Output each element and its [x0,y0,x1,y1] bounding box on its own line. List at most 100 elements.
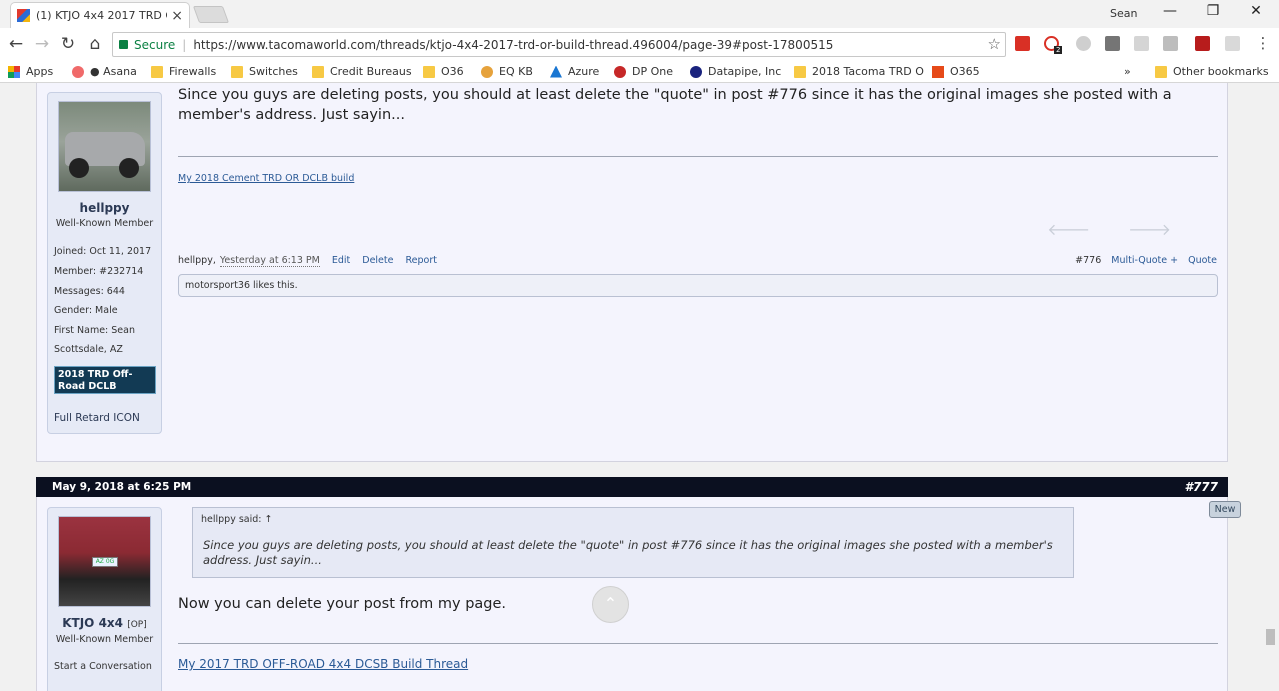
address-bar[interactable]: Secure | https://www.tacomaworld.com/thr… [112,32,1006,57]
quote-text: Since you guys are deleting posts, you s… [203,538,1053,567]
azure-icon [550,65,562,78]
bookmark-apps[interactable]: Apps [8,65,53,78]
page-scrollbar[interactable] [1262,83,1279,691]
avatar[interactable]: AZ 0G [58,516,151,607]
forward-icon[interactable]: → [31,34,53,54]
avatar[interactable] [58,101,151,192]
quote-header[interactable]: hellppy said: ↑ [201,514,272,525]
bookmark-dp-one[interactable]: DP One [614,65,673,78]
site-favicon-icon [17,9,30,22]
url-text: https://www.tacomaworld.com/threads/ktjo… [193,37,834,52]
new-label-button[interactable]: New [1209,501,1241,518]
quote-block: hellppy said: ↑ Since you guys are delet… [192,507,1074,578]
browser-toolbar: ← → ↻ ⌂ Secure | https://www.tacomaworld… [0,28,1279,61]
page-content: hellppy Well-Known Member Joined: Oct 11… [0,83,1279,691]
profile-name[interactable]: Sean [1110,7,1137,20]
signature-divider [178,156,1218,157]
post-meta: hellppy, Yesterday at 6:13 PM Edit Delet… [178,255,437,267]
location-info: Scottsdale, AZ [54,344,123,355]
prev-arrow-icon[interactable]: 🡐 [1047,220,1128,239]
home-icon[interactable]: ⌂ [84,34,106,54]
extension-pdf-icon[interactable] [1195,36,1210,51]
folder-icon [231,65,243,78]
post-776: hellppy Well-Known Member Joined: Oct 11… [36,83,1228,462]
bookmark-switches[interactable]: Switches [231,65,298,78]
post-number[interactable]: #777 [1185,480,1218,494]
multi-quote-link[interactable]: Multi-Quote + [1111,255,1178,266]
back-icon[interactable]: ← [5,34,27,54]
bookmarks-overflow[interactable]: » [1124,65,1131,78]
reload-icon[interactable]: ↻ [57,34,79,54]
scrollbar-thumb[interactable] [1266,629,1275,645]
bookmark-tacoma[interactable]: 2018 Tacoma TRD O [794,65,924,78]
bookmark-o365[interactable]: O365 [932,65,980,78]
minimize-icon[interactable]: — [1160,3,1180,19]
bookmark-azure[interactable]: Azure [550,65,599,78]
apps-grid-icon [8,65,20,78]
extension-light-icon[interactable] [1225,36,1240,51]
start-conversation-link[interactable]: Start a Conversation [54,661,152,672]
menu-icon[interactable]: ⋮ [1252,34,1274,52]
post-text: Since you guys are deleting posts, you s… [178,87,1172,123]
tab-close-icon[interactable]: × [171,8,183,24]
user-info-block: AZ 0G KTJO 4x4 [OP] Well-Known Member St… [47,507,162,691]
folder-icon [312,65,324,78]
edit-link[interactable]: Edit [332,255,350,267]
post-time[interactable]: Yesterday at 6:13 PM [219,255,320,267]
bookmark-eq-kb[interactable]: EQ KB [481,65,533,78]
browser-tab[interactable]: (1) KTJO 4x4 2017 TRD O × [10,2,190,28]
gender-info: Gender: Male [54,305,118,316]
bookmark-datapipe[interactable]: Datapipe, Inc [690,65,781,78]
member-info: Member: #232714 [54,266,144,277]
folder-icon [151,65,163,78]
new-tab-button[interactable] [192,6,230,23]
bookmark-asana[interactable]: ● Asana [72,65,137,78]
license-plate: AZ 0G [92,557,118,567]
extension-gray-icon[interactable] [1163,36,1178,51]
bookmark-other[interactable]: Other bookmarks [1155,65,1269,78]
extension-red-icon[interactable] [1015,36,1030,51]
delete-link[interactable]: Delete [362,255,393,267]
signature-link[interactable]: My 2018 Cement TRD OR DCLB build [178,173,354,184]
tab-title: (1) KTJO 4x4 2017 TRD O [36,9,168,22]
eq-icon [481,65,493,78]
signature-divider [178,643,1218,644]
extension-pocket-icon[interactable] [1105,36,1120,51]
tab-strip: (1) KTJO 4x4 2017 TRD O × Sean — ❐ ✕ [0,0,1279,28]
bookmark-star-icon[interactable]: ☆ [988,35,1001,53]
scroll-to-top-button[interactable]: ⌃ [592,586,629,623]
bookmark-credit-bureaus[interactable]: Credit Bureaus [312,65,412,78]
joined-info: Joined: Oct 11, 2017 [54,246,152,257]
user-title: Well-Known Member [55,218,154,229]
secure-label: Secure [134,37,176,52]
post-number[interactable]: #776 [1075,255,1101,266]
first-name-info: First Name: Sean [54,325,135,336]
messages-info: Messages: 644 [54,286,125,297]
address-separator: | [182,37,187,52]
quote-link[interactable]: Quote [1188,255,1217,266]
username[interactable]: hellppy [48,201,161,215]
post-777: AZ 0G KTJO 4x4 [OP] Well-Known Member St… [36,497,1228,691]
bookmark-o36[interactable]: O36 [423,65,464,78]
bookmark-firewalls[interactable]: Firewalls [151,65,216,78]
extension-g-icon[interactable] [1134,36,1149,51]
dp-one-icon [614,65,626,78]
extension-m-icon[interactable] [1076,36,1091,51]
restore-icon[interactable]: ❐ [1203,3,1223,19]
signature-link[interactable]: My 2017 TRD OFF-ROAD 4x4 DCSB Build Thre… [178,657,468,671]
post-text: Now you can delete your post from my pag… [178,596,507,612]
nav-arrows[interactable]: 🡐🡒 [1047,219,1209,239]
report-link[interactable]: Report [405,255,437,267]
username[interactable]: KTJO 4x4 [OP] [48,616,161,630]
folder-icon [423,65,435,78]
close-window-icon[interactable]: ✕ [1246,3,1266,19]
user-badge: 2018 TRD Off-Road DCLB [54,366,156,394]
lock-icon [119,40,128,49]
next-arrow-icon[interactable]: 🡒 [1128,220,1209,239]
likes-summary: motorsport36 likes this. [178,274,1218,297]
post-author[interactable]: hellppy, [178,255,216,267]
folder-icon [794,65,806,78]
office-icon [932,65,944,78]
post-date: May 9, 2018 at 6:25 PM [52,481,192,493]
extension-badge: 2 [1054,46,1063,54]
